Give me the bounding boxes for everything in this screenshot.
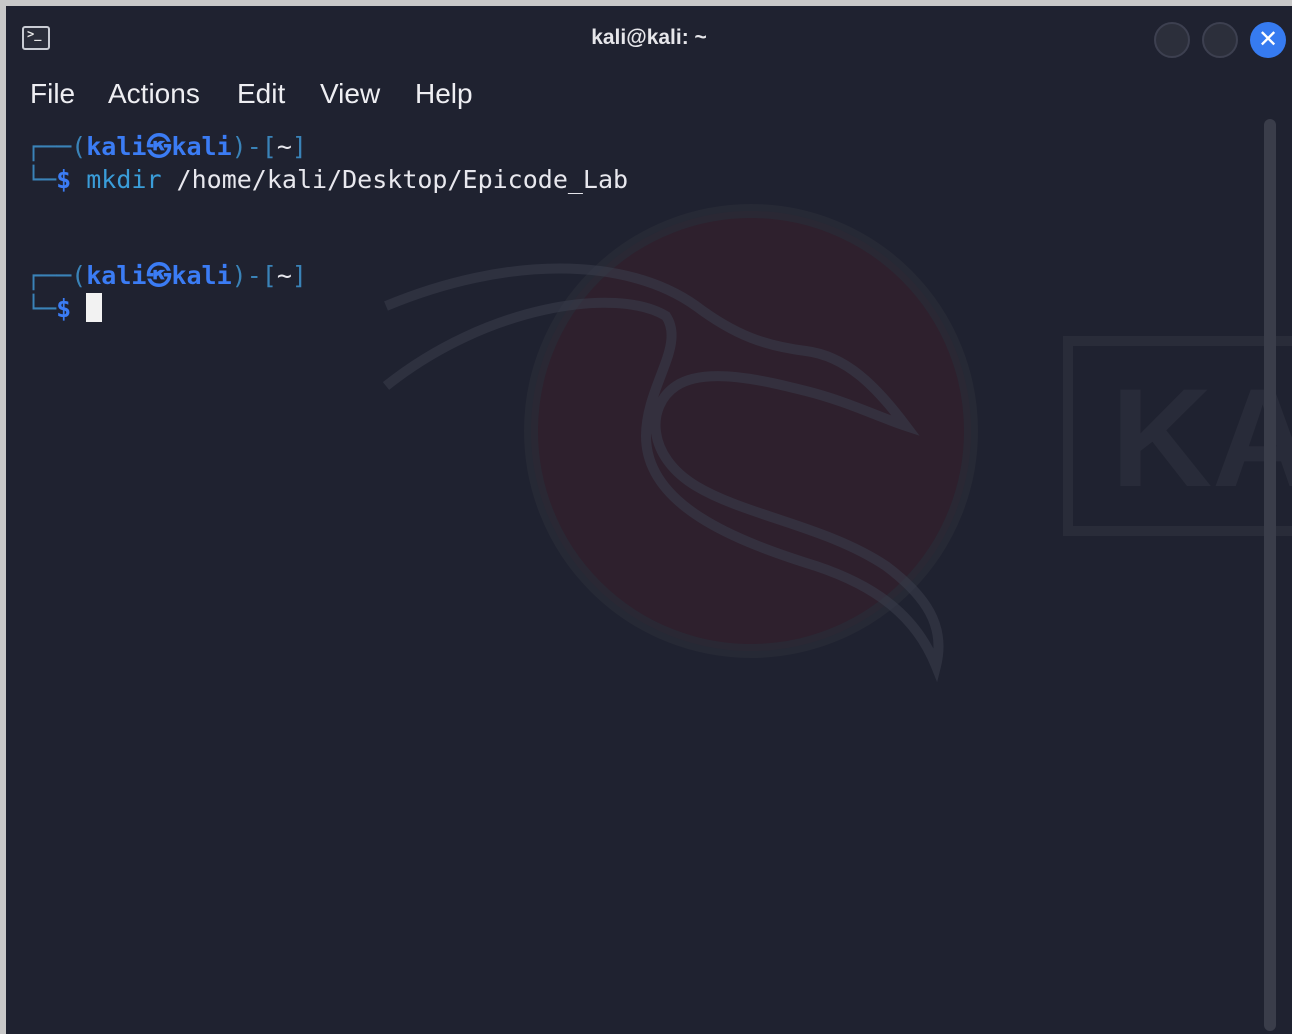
command-name: mkdir [86,165,162,194]
input-line[interactable]: └─$ [26,292,103,325]
command-line: └─$ mkdir /home/kali/Desktop/Epicode_Lab [26,165,629,194]
close-icon: ✕ [1257,25,1279,53]
menu-bar: File Actions Edit View Help [6,70,1292,116]
menu-edit[interactable]: Edit [237,78,285,110]
menu-view[interactable]: View [320,78,380,110]
text-cursor [86,293,103,322]
title-bar: >_ kali@kali: ~ ✕ [6,6,1292,70]
menu-file[interactable]: File [30,78,75,110]
command-args: /home/kali/Desktop/Epicode_Lab [161,165,629,194]
prompt-line: ┌──(kali㉿kali)-[~] [26,132,307,161]
scrollbar[interactable] [1264,119,1276,1031]
terminal-output[interactable]: ┌──(kali㉿kali)-[~] └─$ mkdir /home/kali/… [6,116,1260,1034]
prompt-line: ┌──(kali㉿kali)-[~] [26,261,307,290]
window-title: kali@kali: ~ [591,26,707,49]
menu-actions[interactable]: Actions [108,78,200,110]
menu-help[interactable]: Help [415,78,473,110]
minimize-button[interactable] [1154,22,1190,58]
maximize-button[interactable] [1202,22,1238,58]
close-button[interactable]: ✕ [1250,22,1286,58]
terminal-window: KA >_ kali@kali: ~ ✕ File Actions Edit V… [6,6,1292,1034]
